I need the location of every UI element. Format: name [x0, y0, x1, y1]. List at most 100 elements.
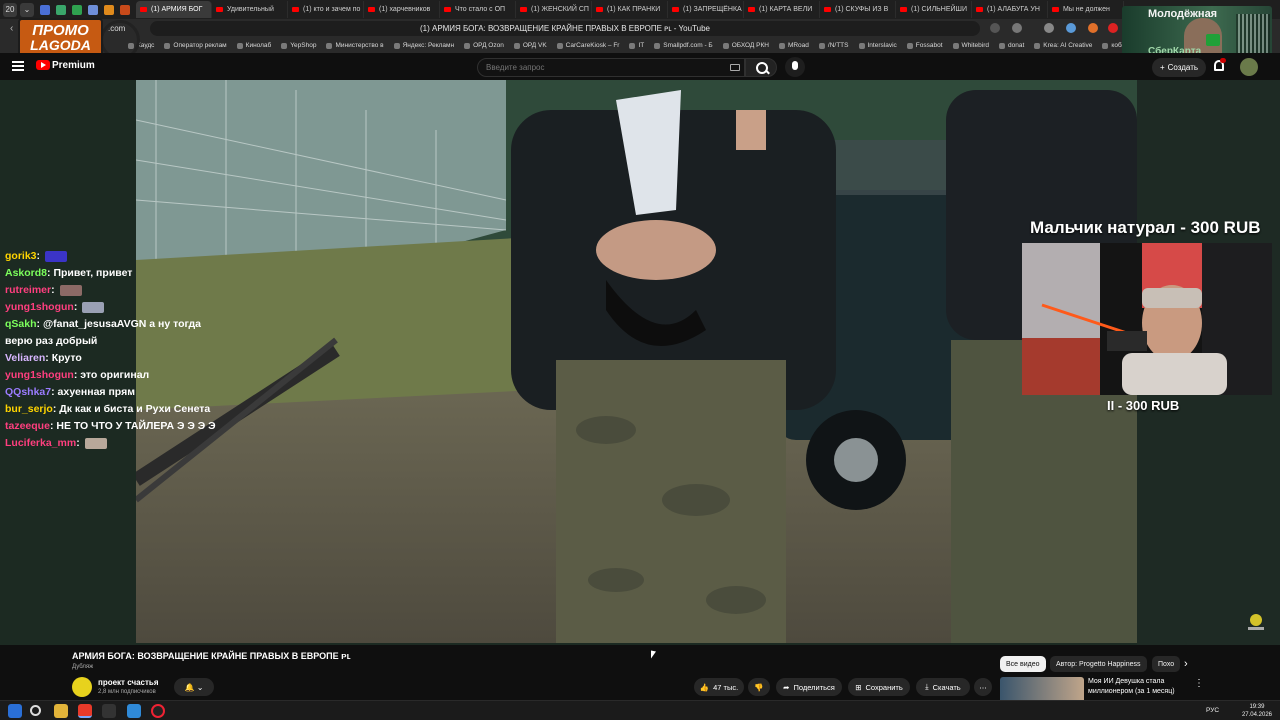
browser-tab[interactable]: (1) АРМИЯ БОГ — [136, 1, 212, 18]
browser-tab[interactable]: Мы не должен — [1048, 1, 1124, 18]
browser-tab[interactable]: Удивительный — [212, 1, 288, 18]
more-actions-button[interactable]: ⋯ — [974, 678, 992, 696]
search-button[interactable] — [745, 58, 777, 77]
browser-tab[interactable]: Что стало с ОП — [440, 1, 516, 18]
browser-tab-label: (1) ЗАПРЕЩЁНКА — [683, 6, 742, 13]
taskbar-search-icon[interactable] — [30, 705, 41, 716]
extension-icon[interactable] — [1044, 23, 1054, 33]
extension-icon[interactable] — [1108, 23, 1118, 33]
pinned-tab-icon[interactable] — [72, 4, 82, 15]
browser-tab[interactable]: (1) ЗАПРЕЩЁНКА — [668, 1, 744, 18]
yandex-browser-icon[interactable] — [78, 704, 92, 718]
browser-tab[interactable]: (1) харчевников — [364, 1, 440, 18]
share-button[interactable]: ➦ Поделиться — [776, 678, 842, 696]
account-avatar[interactable] — [1240, 58, 1258, 76]
page-title-text: (1) АРМИЯ БОГА: ВОЗВРАЩЕНИЕ КРАЙНЕ ПРАВЫ… — [420, 24, 710, 33]
pinned-tab-icon[interactable] — [56, 4, 66, 15]
recommendation-chip[interactable]: Похо — [1152, 656, 1181, 672]
browser-tab[interactable]: (1) КАК ПРАНКИ — [592, 1, 668, 18]
bookmark-item[interactable]: Оператор реклам — [164, 42, 226, 49]
recommended-more-icon[interactable]: ⋮ — [1194, 678, 1204, 689]
bookmark-star-icon[interactable] — [990, 23, 1000, 33]
chat-username[interactable]: gorik3 — [5, 250, 37, 262]
browser-tab[interactable]: (1) СИЛЬНЕЙШИ — [896, 1, 972, 18]
recommendation-chip[interactable]: Автор: Progetto Happiness — [1050, 656, 1147, 672]
download-button[interactable]: ⤓ Скачать — [916, 678, 970, 696]
chips-next-icon[interactable]: › — [1184, 658, 1188, 670]
recommended-video-title[interactable]: Моя ИИ Девушка стала миллионером (за 1 м… — [1088, 677, 1188, 697]
bookmark-item[interactable]: Яндекс: Рекламн — [394, 42, 455, 49]
telegram-icon[interactable] — [127, 704, 141, 718]
extension-icon[interactable] — [1088, 23, 1098, 33]
menu-icon[interactable] — [12, 61, 24, 71]
taskbar-app-icon[interactable] — [102, 704, 116, 718]
youtube-favicon-icon — [140, 7, 147, 12]
bookmark-item[interactable]: Interslavic — [859, 42, 897, 49]
recommendation-chip[interactable]: Все видео — [1000, 656, 1046, 672]
chat-username[interactable]: qSakh — [5, 318, 37, 330]
pinned-tab-icon[interactable] — [40, 4, 50, 15]
browser-tab[interactable]: (1) АЛАБУГА УН — [972, 1, 1048, 18]
system-clock[interactable]: 19:39 27.04.2026 — [1242, 703, 1272, 719]
browser-tab[interactable]: (1) кто и зачем по — [288, 1, 364, 18]
channel-name[interactable]: проект счастья — [98, 678, 159, 687]
bookmark-item[interactable]: IT — [629, 42, 644, 49]
bookmark-item[interactable]: CarCareKiosk – Fr — [557, 42, 620, 49]
dubbed-label: Дубляж — [72, 664, 94, 670]
pinned-tab-icon[interactable] — [120, 4, 130, 15]
subscription-bell-button[interactable]: 🔔 ⌄ — [174, 678, 214, 696]
bookmark-item[interactable]: Министерство в — [326, 42, 383, 49]
bookmark-item[interactable]: Fossabot — [907, 42, 943, 49]
bookmark-item[interactable]: MRoad — [779, 42, 809, 49]
pinned-tab-icon[interactable] — [88, 4, 98, 15]
search-input[interactable] — [477, 58, 745, 77]
start-icon[interactable] — [8, 704, 22, 718]
file-explorer-icon[interactable] — [54, 704, 68, 718]
bookmark-item[interactable]: Krea: AI Creative — [1034, 42, 1092, 49]
chat-username[interactable]: bur_serjo — [5, 403, 53, 415]
tab-list-icon[interactable]: ⌄ — [20, 2, 34, 17]
browser-tab-label: (1) КАК ПРАНКИ — [607, 6, 661, 13]
like-button[interactable]: 👍 47 тыс. — [694, 678, 744, 696]
bookmark-item[interactable]: ОБХОД РКН — [723, 42, 769, 49]
address-bar[interactable]: (1) АРМИЯ БОГА: ВОЗВРАЩЕНИЕ КРАЙНЕ ПРАВЫ… — [150, 21, 980, 36]
chat-username[interactable]: yung1shogun — [5, 301, 74, 313]
bookmark-item[interactable]: YepShop — [281, 42, 316, 49]
create-button[interactable]: + Создать — [1152, 58, 1206, 77]
bookmark-item[interactable]: Кинолаб — [237, 42, 272, 49]
browser-tab[interactable]: (1) ЖЕНСКИЙ СП — [516, 1, 592, 18]
dislike-button[interactable]: 👎 — [748, 678, 770, 696]
browser-tab-label: Мы не должен — [1063, 6, 1110, 13]
bookmark-item[interactable]: ОРД Ozon — [464, 42, 504, 49]
bookmark-item[interactable]: donat — [999, 42, 1024, 49]
chat-username[interactable]: Veliaren — [5, 352, 45, 364]
tab-counter[interactable]: 20 — [3, 2, 17, 17]
save-button[interactable]: ⊞ Сохранить — [848, 678, 910, 696]
subscribe-watermark-icon[interactable] — [1246, 612, 1266, 632]
channel-avatar[interactable] — [72, 677, 92, 697]
bookmark-item[interactable]: ОРД VK — [514, 42, 547, 49]
notifications-badge — [1220, 58, 1226, 63]
bookmark-item[interactable]: Whitebird — [953, 42, 989, 49]
bookmark-item[interactable]: Smallpdf.com - Б — [654, 42, 712, 49]
youtube-premium-label[interactable]: Premium — [52, 60, 95, 71]
chat-username[interactable]: yung1shogun — [5, 369, 74, 381]
youtube-logo-icon[interactable] — [36, 60, 50, 70]
pinned-tab-icon[interactable] — [104, 4, 114, 15]
chat-username[interactable]: rutreimer — [5, 284, 51, 296]
language-indicator[interactable]: РУС — [1206, 707, 1219, 714]
extension-icon[interactable] — [1012, 23, 1022, 33]
chat-username[interactable]: QQshka7 — [5, 386, 51, 398]
chat-username[interactable]: Luciferka_mm — [5, 437, 76, 449]
bookmark-item[interactable]: /N/TTS — [819, 42, 849, 49]
video-player[interactable] — [136, 80, 1137, 643]
voice-search-icon[interactable] — [785, 57, 805, 77]
extension-icon[interactable] — [1066, 23, 1076, 33]
chat-username[interactable]: Askord8 — [5, 267, 47, 279]
back-icon[interactable]: ‹ — [10, 23, 13, 34]
browser-tab[interactable]: (1) СКУФЫ ИЗ В — [820, 1, 896, 18]
browser-tab[interactable]: (1) КАРТА ВЕЛИ — [744, 1, 820, 18]
keyboard-icon[interactable] — [730, 64, 740, 71]
chat-username[interactable]: tazeeque — [5, 420, 50, 432]
obs-icon[interactable] — [151, 704, 165, 718]
